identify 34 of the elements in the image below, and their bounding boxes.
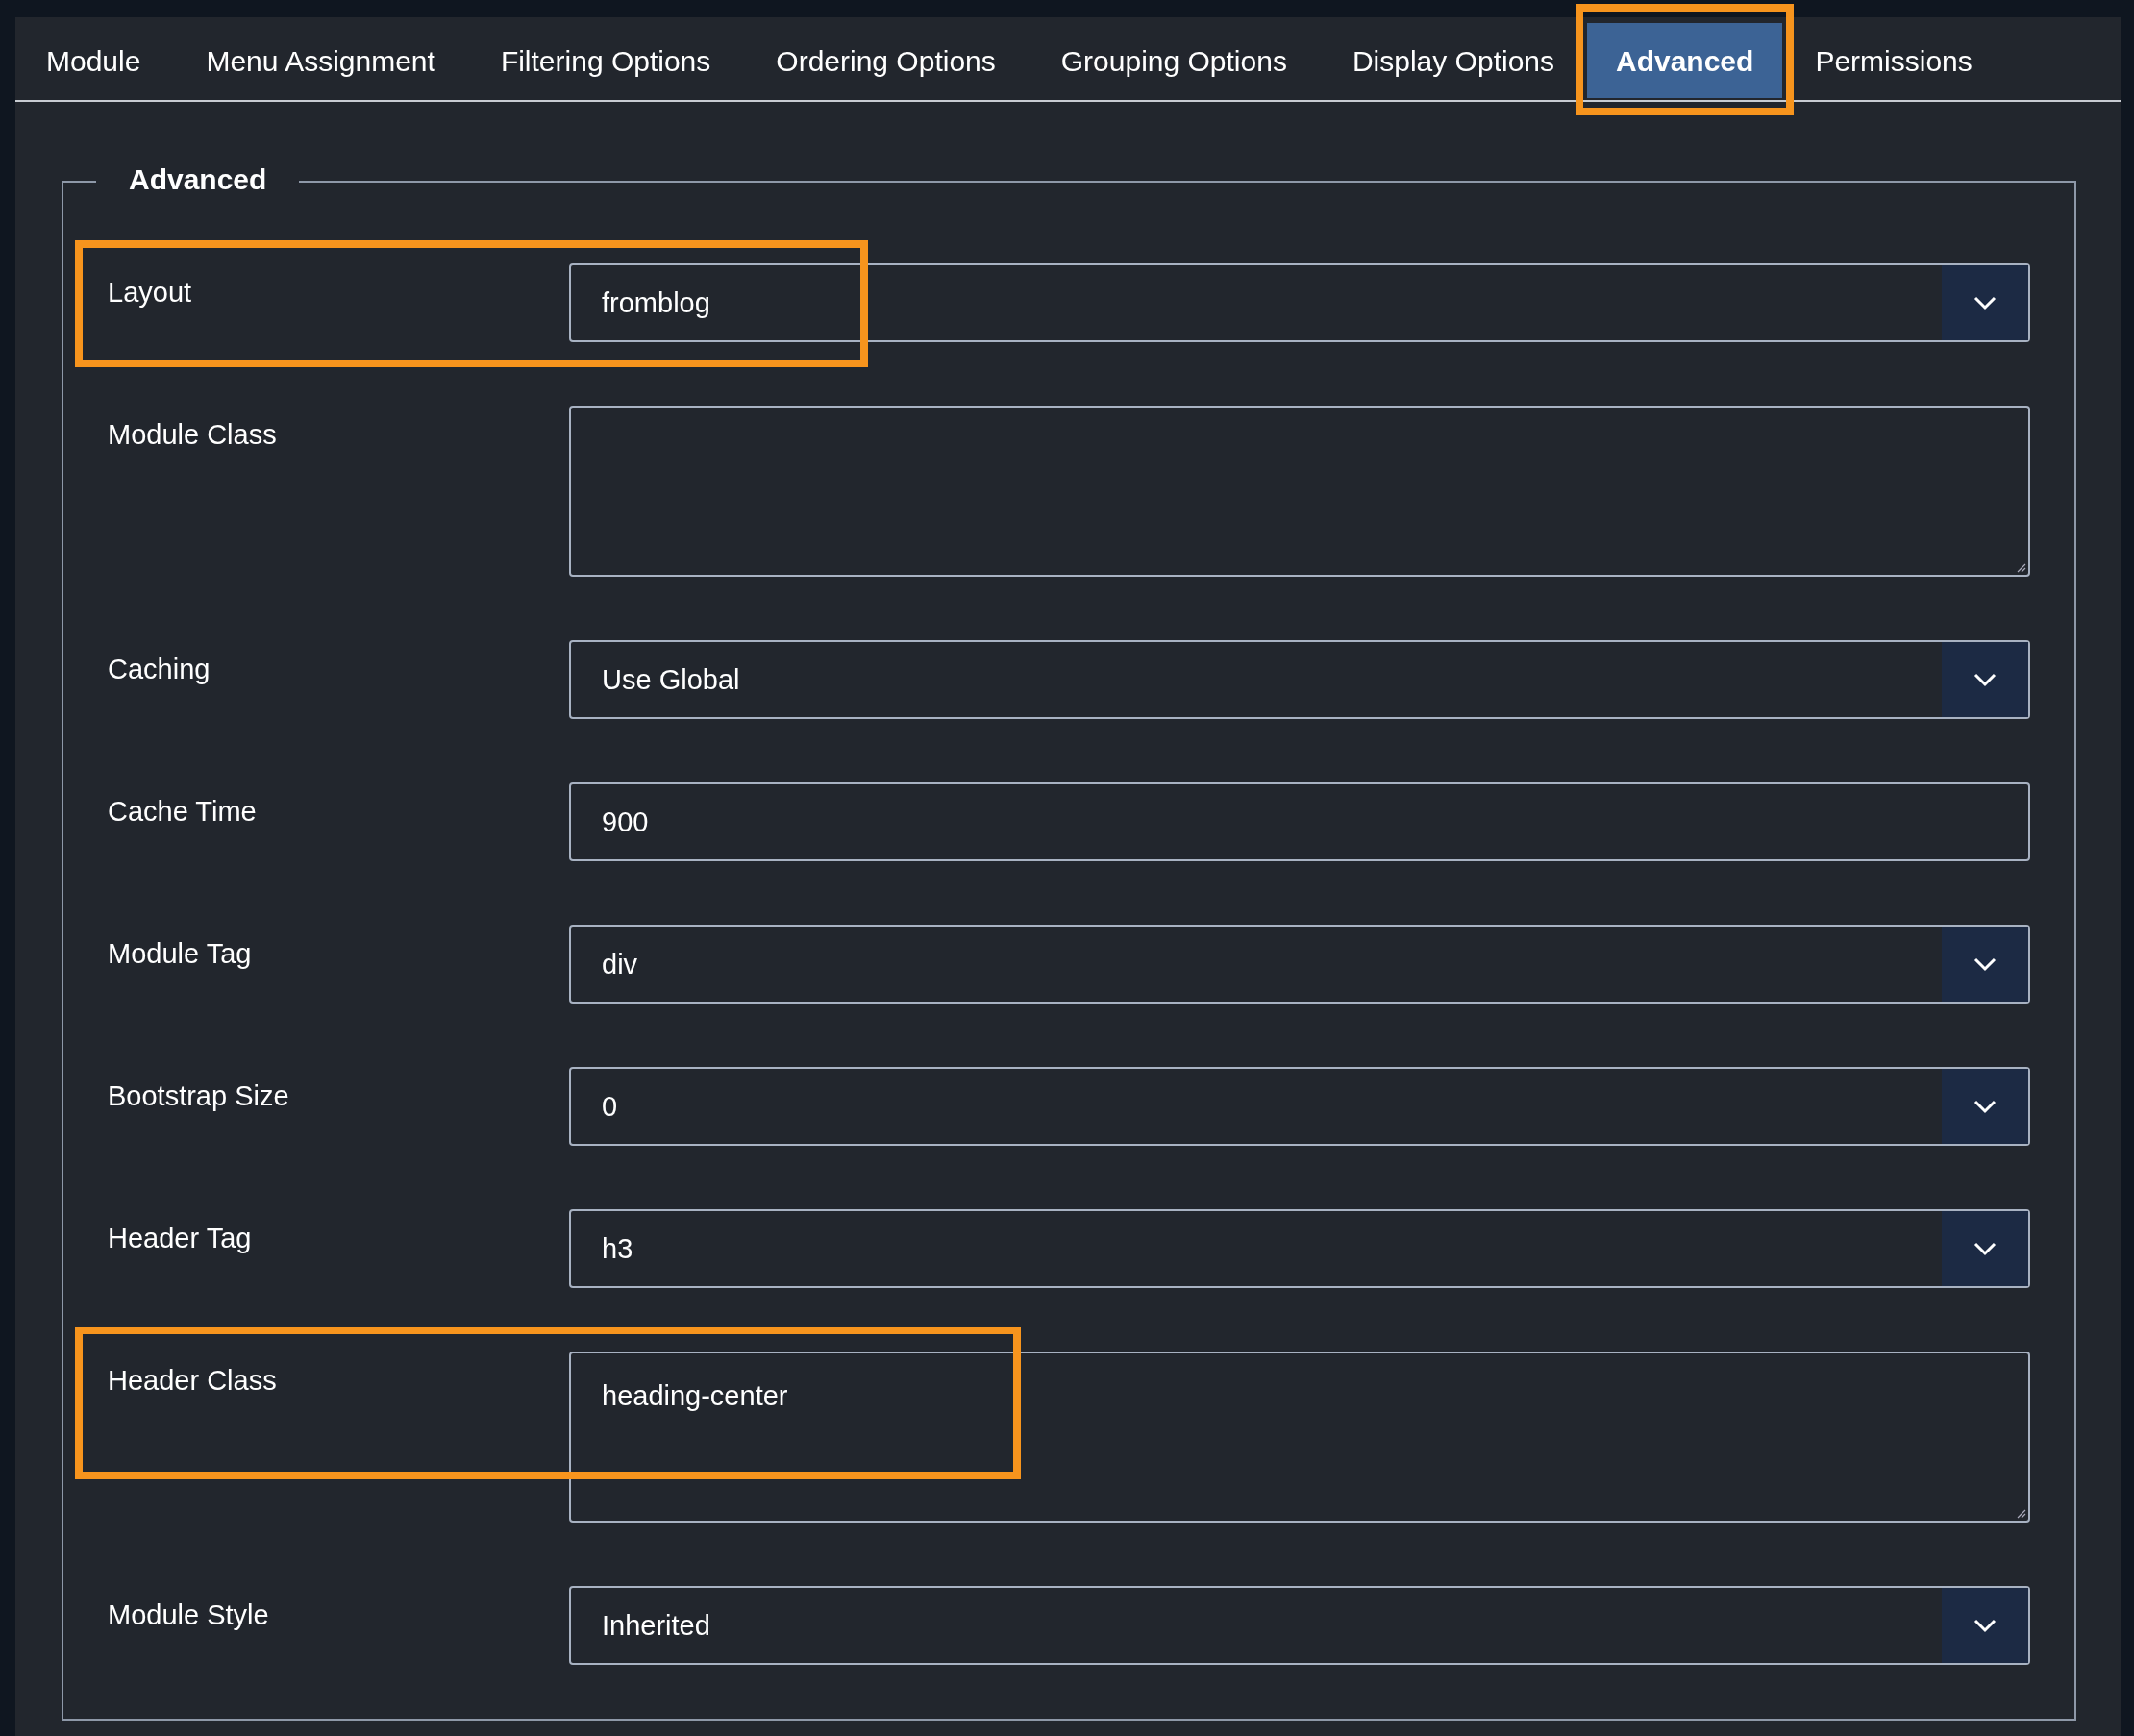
field-label: Module Style [108,1599,270,1631]
field-label: Layout [108,276,193,309]
resize-grip-icon[interactable] [2015,561,2026,573]
tab[interactable]: Filtering Options [467,17,744,98]
textarea-field[interactable] [569,406,2030,577]
input-field[interactable]: 900 [569,782,2030,861]
field-label: Module Tag [108,937,253,970]
chevron-down-icon [1942,642,2028,717]
tab[interactable]: Advanced [1587,23,1783,98]
field-label: Caching [108,653,211,685]
field-label: Header Tag [108,1222,253,1254]
select-field[interactable]: h3 [569,1209,2030,1288]
select-field[interactable]: Use Global [569,640,2030,719]
tab[interactable]: Module [15,17,174,98]
tab[interactable]: Permissions [1782,17,2005,98]
chevron-down-icon [1942,1588,2028,1663]
select-field[interactable]: fromblog [569,263,2030,342]
field-label: Header Class [108,1364,278,1397]
field-label: Bootstrap Size [108,1079,290,1112]
chevron-down-icon [1942,265,2028,340]
tab[interactable]: Ordering Options [743,17,1029,98]
tab[interactable]: Grouping Options [1028,17,1320,98]
tab[interactable]: Menu Assignment [173,17,468,98]
select-field[interactable]: Inherited [569,1586,2030,1665]
select-field[interactable]: div [569,925,2030,1004]
tab[interactable]: Display Options [1319,17,1587,98]
chevron-down-icon [1942,1069,2028,1144]
field-label: Cache Time [108,795,258,828]
resize-grip-icon[interactable] [2015,1507,2026,1519]
chevron-down-icon [1942,927,2028,1002]
chevron-down-icon [1942,1211,2028,1286]
select-field[interactable]: 0 [569,1067,2030,1146]
textarea-field[interactable]: heading-center [569,1352,2030,1523]
field-label: Module Class [108,418,278,451]
